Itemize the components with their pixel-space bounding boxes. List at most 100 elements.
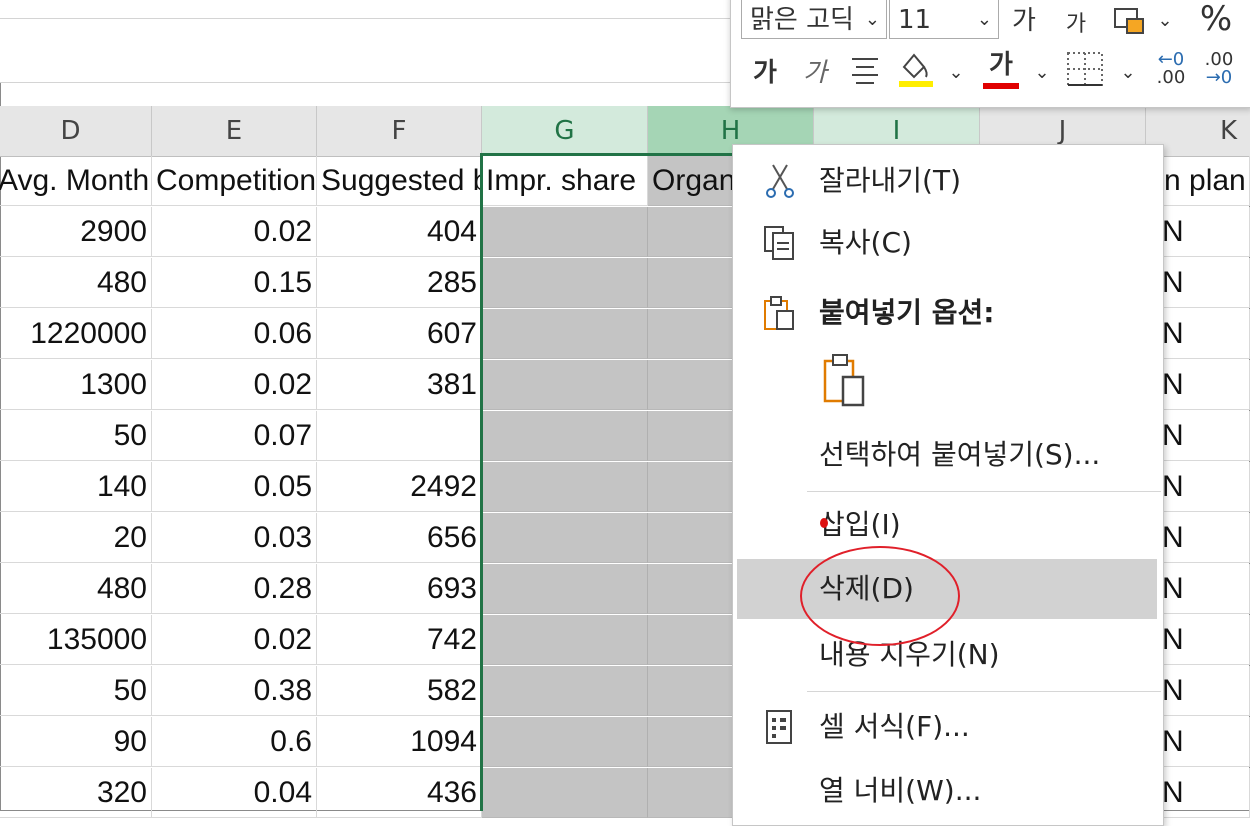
column-header-e[interactable]: E [152, 106, 317, 156]
fill-color-button[interactable] [895, 51, 935, 91]
chevron-down-icon[interactable]: ⌄ [1031, 55, 1053, 91]
chevron-down-icon[interactable]: ⌄ [1117, 55, 1139, 91]
cell-g[interactable] [482, 513, 648, 563]
menu-item-paste-special[interactable]: 선택하여 붙여넣기(S)... [733, 425, 1161, 485]
cell-g[interactable] [482, 309, 648, 359]
cell-e[interactable]: 0.28 [152, 564, 317, 614]
chevron-down-icon[interactable]: ⌄ [945, 55, 967, 91]
cell-d-header[interactable]: Avg. Monthly Searches [0, 156, 152, 206]
italic-button[interactable]: 가 [797, 55, 833, 91]
cell-g[interactable] [482, 258, 648, 308]
cell-d[interactable]: 135000 [0, 615, 152, 665]
cell-f[interactable]: 1094 [317, 717, 482, 767]
cell-k[interactable]: N [1150, 309, 1250, 359]
cell-f[interactable]: 381 [317, 360, 482, 410]
font-size-value: 11 [898, 5, 932, 35]
cell-d[interactable]: 2900 [0, 207, 152, 257]
cell-f[interactable]: 607 [317, 309, 482, 359]
cell-f[interactable]: 582 [317, 666, 482, 716]
cell-d[interactable]: 20 [0, 513, 152, 563]
cell-f[interactable]: 742 [317, 615, 482, 665]
cell-g[interactable] [482, 666, 648, 716]
cell-e[interactable]: 0.02 [152, 360, 317, 410]
cell-d[interactable]: 480 [0, 564, 152, 614]
cell-g[interactable] [482, 615, 648, 665]
cell-g[interactable] [482, 462, 648, 512]
cell-e[interactable]: 0.05 [152, 462, 317, 512]
cell-d[interactable]: 90 [0, 717, 152, 767]
cell-d[interactable]: 1220000 [0, 309, 152, 359]
menu-item-copy-label: 복사(C) [819, 226, 912, 259]
menu-item-insert[interactable]: 삽입(I) [733, 495, 1161, 555]
font-color-button[interactable]: 가 [983, 47, 1019, 89]
cell-g[interactable] [482, 207, 648, 257]
cell-f-header[interactable]: Suggested bid [317, 156, 482, 206]
grow-font-button[interactable]: 가 [1007, 3, 1041, 39]
fill-color-swatch [899, 81, 933, 87]
menu-item-format-cells[interactable]: 셀 서식(F)... [733, 697, 1161, 757]
format-painter-button[interactable] [1111, 3, 1151, 47]
paste-button[interactable] [821, 353, 867, 409]
cell-d[interactable]: 480 [0, 258, 152, 308]
font-name-box[interactable]: 맑은 고딕 ⌄ [741, 0, 887, 39]
align-center-button[interactable] [847, 53, 883, 97]
cell-f[interactable]: 656 [317, 513, 482, 563]
menu-item-column-width[interactable]: 열 너비(W)... [733, 761, 1161, 821]
cell-e-header[interactable]: Competition [152, 156, 317, 206]
decrease-decimal-icon: .00 →0 [1204, 49, 1234, 88]
cell-e[interactable]: 0.07 [152, 411, 317, 461]
menu-item-copy[interactable]: 복사(C) [733, 213, 1161, 273]
cell-g[interactable] [482, 411, 648, 461]
cell-k[interactable]: N [1150, 564, 1250, 614]
cell-e[interactable]: 0.03 [152, 513, 317, 563]
bold-icon: 가 [753, 58, 777, 88]
cell-e[interactable]: 0.02 [152, 615, 317, 665]
cell-f[interactable]: 285 [317, 258, 482, 308]
font-size-box[interactable]: 11 ⌄ [889, 0, 999, 39]
cell-f[interactable]: 404 [317, 207, 482, 257]
cell-e[interactable]: 0.6 [152, 717, 317, 767]
chevron-down-icon[interactable]: ⌄ [1155, 3, 1175, 39]
cell-f[interactable]: 693 [317, 564, 482, 614]
scissors-icon [766, 164, 794, 198]
paste-clipboard-icon [823, 354, 865, 407]
cell-g[interactable] [482, 360, 648, 410]
cell-e[interactable]: 0.38 [152, 666, 317, 716]
increase-decimal-button[interactable]: ←0.00 [1151, 51, 1191, 87]
cell-g[interactable] [482, 717, 648, 767]
cell-k[interactable]: N [1150, 258, 1250, 308]
cell-e[interactable]: 0.06 [152, 309, 317, 359]
cell-e[interactable]: 0.15 [152, 258, 317, 308]
cell-f[interactable]: 2492 [317, 462, 482, 512]
cell-d[interactable]: 1300 [0, 360, 152, 410]
bold-button[interactable]: 가 [747, 55, 783, 91]
menu-item-clear-contents[interactable]: 내용 지우기(N) [733, 625, 1161, 685]
cell-k[interactable]: N [1150, 666, 1250, 716]
menu-item-format-cells-label: 셀 서식(F)... [819, 710, 970, 743]
cell-f[interactable] [317, 411, 482, 461]
font-color-swatch [983, 83, 1019, 89]
column-header-d[interactable]: D [0, 106, 152, 156]
cell-g-header[interactable]: Impr. share [482, 156, 648, 206]
menu-item-cut[interactable]: 잘라내기(T) [733, 151, 1161, 211]
cell-k[interactable]: N [1150, 462, 1250, 512]
column-header-f[interactable]: F [317, 106, 482, 156]
cell-d[interactable]: 50 [0, 411, 152, 461]
cell-k-header[interactable]: n plan [1150, 156, 1250, 206]
cell-k[interactable]: N [1150, 615, 1250, 665]
shrink-font-button[interactable]: 가 [1061, 7, 1091, 43]
cell-g[interactable] [482, 564, 648, 614]
cell-k[interactable]: N [1150, 411, 1250, 461]
cell-d[interactable]: 50 [0, 666, 152, 716]
cell-d[interactable]: 140 [0, 462, 152, 512]
decrease-decimal-button[interactable]: .00 →0 [1199, 51, 1239, 87]
cell-k[interactable]: N [1150, 513, 1250, 563]
percent-style-button[interactable]: % [1191, 1, 1241, 37]
borders-button[interactable] [1065, 51, 1105, 97]
cell-e[interactable]: 0.02 [152, 207, 317, 257]
cell-k[interactable]: N [1150, 207, 1250, 257]
increase-decimal-icon: ←0.00 [1156, 49, 1186, 88]
column-header-g[interactable]: G [482, 106, 648, 156]
cell-k[interactable]: N [1150, 360, 1250, 410]
cell-k[interactable]: N [1150, 717, 1250, 767]
